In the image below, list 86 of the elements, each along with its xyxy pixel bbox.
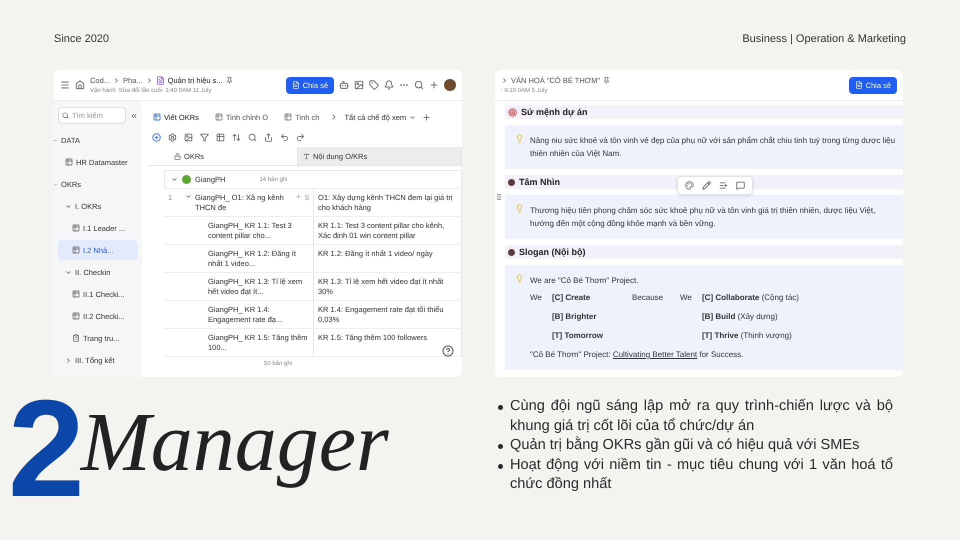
- collapse-icon[interactable]: [130, 112, 138, 120]
- palette-icon[interactable]: [685, 181, 694, 190]
- bullet-text: Quản trị bằng OKRs gần gũi và có hiệu quả với SMEs: [510, 436, 860, 455]
- lightbulb-icon: [515, 134, 524, 143]
- share-icon[interactable]: [264, 132, 273, 142]
- bullet-dot: [498, 405, 503, 410]
- bullet-dot: [498, 464, 503, 468]
- section-heading: Slogan (Nội bộ): [505, 245, 903, 259]
- image-icon[interactable]: [354, 80, 364, 90]
- big-number: 2: [8, 397, 81, 502]
- add-icon[interactable]: [152, 132, 161, 142]
- image-icon[interactable]: [184, 132, 193, 142]
- slogan-word: [C] Create: [552, 292, 592, 304]
- slogan-word: We: [530, 292, 543, 304]
- callout-text: Thương hiệu tiên phong chăm sóc sức khoẻ phụ nữ và tôn vinh giá trị thiên nhiên, dược liệu Việt, hướng đến một cộng đồng khỏe mạnh và bền vững.: [530, 205, 876, 230]
- home-icon[interactable]: [75, 80, 85, 90]
- slogan-word: [B] Build (Xây dựng): [702, 311, 779, 323]
- pin-icon[interactable]: [226, 77, 233, 84]
- help-icon[interactable]: [442, 345, 454, 357]
- caret-icon: [65, 268, 72, 276]
- document-icon: [854, 81, 863, 89]
- table-icon: [153, 113, 161, 121]
- slide-tagline: Since 2020: [54, 33, 110, 47]
- comment-icon[interactable]: [736, 181, 745, 190]
- caret-icon: [171, 176, 178, 183]
- table-icon: [72, 224, 80, 232]
- talent-link[interactable]: Cultivating Better Talent: [612, 350, 698, 359]
- search-icon: [62, 112, 69, 119]
- dot-icon: [508, 178, 515, 186]
- tag-icon[interactable]: [369, 80, 379, 90]
- lightbulb-icon: [515, 274, 524, 283]
- edit-icon[interactable]: [702, 181, 711, 190]
- bullet-dot: [498, 444, 503, 449]
- table-icon: [72, 290, 80, 298]
- drag-handle-icon[interactable]: [495, 193, 503, 201]
- caret-icon[interactable]: [185, 193, 192, 200]
- table-icon[interactable]: [216, 132, 225, 142]
- bullet-text: Cùng đội ngũ sáng lập mở ra quy trình-chiến lược và bộ khung giá trị cốt lõi của tổ chức/dự án: [510, 397, 893, 436]
- slogan-sentence: "Cô Bé Thơm" Project: Cultivating Better Talent for Success.: [530, 349, 744, 361]
- lightbulb-icon: [515, 204, 524, 213]
- search-icon[interactable]: [414, 80, 424, 90]
- table-icon: [214, 113, 223, 121]
- avatar: [182, 175, 191, 184]
- document-icon: [156, 76, 165, 85]
- plus-icon[interactable]: [422, 112, 432, 122]
- table-icon: [72, 312, 80, 320]
- table-icon: [65, 158, 73, 166]
- chevron-icon: [501, 77, 508, 84]
- search-icon[interactable]: [248, 132, 257, 142]
- filter-icon[interactable]: [200, 132, 209, 142]
- slide-subtitle: Business | Operation & Marketing: [742, 33, 906, 47]
- slogan-word: Because: [632, 292, 664, 304]
- undo-icon[interactable]: [280, 132, 289, 142]
- chevron-icon: [113, 77, 120, 84]
- script-title: Manager: [80, 398, 389, 488]
- chevron-icon: [146, 77, 153, 84]
- bullet-text: Hoạt động với niềm tin - mục tiêu chung với 1 văn hoá tổ chức đồng nhất: [510, 456, 893, 494]
- caret-icon: [409, 114, 416, 120]
- section-heading: Sứ mệnh dự án: [505, 105, 903, 119]
- callout-text: We are "Cô Bé Thơm" Project.: [530, 275, 640, 287]
- slogan-word: [T] Thrive (Thịnh vượng): [702, 330, 793, 342]
- dot-icon: [508, 248, 515, 256]
- avatar: [444, 79, 456, 91]
- bell-icon[interactable]: [384, 80, 394, 90]
- pin-icon[interactable]: [603, 77, 610, 84]
- slogan-word: [C] Collaborate (Cộng tác): [702, 292, 799, 304]
- sort-icon[interactable]: [232, 132, 241, 142]
- form-icon: [72, 334, 80, 342]
- lock-icon: [174, 152, 181, 160]
- target-icon: [508, 108, 517, 116]
- plus-icon[interactable]: [429, 80, 439, 90]
- caret-icon: [65, 202, 72, 210]
- caret-icon: [65, 356, 72, 364]
- text-type-icon: [303, 152, 310, 160]
- table-icon: [284, 113, 292, 121]
- slogan-word: We: [680, 292, 693, 304]
- callout-text: Nâng niu sức khoẻ và tôn vinh vẻ đẹp của phụ nữ với sản phẩm chắt chiu tinh tuý trong từng dược liệu thiên nhiên của Việt Nam.: [530, 135, 896, 160]
- redo-icon[interactable]: [296, 132, 305, 142]
- document-icon: [292, 81, 300, 89]
- bot-icon[interactable]: [339, 80, 349, 90]
- menu-icon[interactable]: [60, 80, 70, 90]
- list-icon[interactable]: [719, 181, 728, 190]
- slogan-word: [T] Tomorrow: [552, 330, 604, 342]
- slogan-word: [B] Brighter: [552, 311, 598, 323]
- settings-icon[interactable]: [168, 132, 177, 142]
- table-icon: [72, 246, 80, 254]
